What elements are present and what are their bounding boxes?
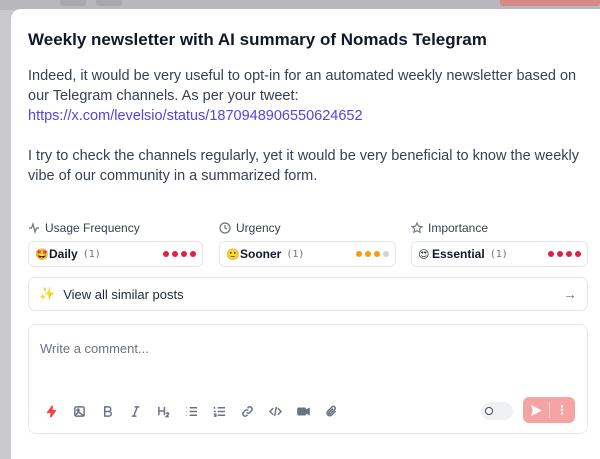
smile-emoji: 🙂	[226, 248, 240, 261]
metric-count: (1)	[82, 248, 101, 260]
tweet-link[interactable]: https://x.com/levelsio/status/1870948906…	[28, 108, 363, 124]
importance-label: Importance	[411, 221, 488, 235]
level-dots	[356, 251, 389, 257]
importance-pill[interactable]: 😍 Essential (1)	[411, 241, 588, 267]
arrow-right-icon: →	[563, 286, 577, 302]
view-similar-posts-button[interactable]: ✨ View all similar posts →	[28, 277, 588, 311]
level-dot	[566, 251, 572, 257]
video-icon[interactable]	[289, 400, 317, 422]
level-dots	[163, 251, 196, 257]
image-icon[interactable]	[65, 400, 93, 422]
clock-icon	[219, 222, 231, 234]
background-element	[96, 0, 122, 6]
metric-count: (1)	[286, 248, 305, 260]
heart-eyes-emoji: 😍	[418, 248, 430, 261]
link-icon[interactable]	[233, 400, 261, 422]
urgency-label: Urgency	[219, 221, 281, 235]
metric-value: Daily	[49, 247, 78, 261]
background-element	[500, 0, 600, 6]
send-comment-button[interactable]: ⋮	[523, 397, 575, 423]
comment-input[interactable]: Write a comment...	[40, 341, 149, 356]
eye-icon	[485, 407, 493, 415]
level-dot	[172, 251, 178, 257]
activity-icon	[29, 222, 39, 234]
level-dot	[548, 251, 554, 257]
attachment-icon[interactable]	[317, 400, 345, 422]
numbered-list-icon[interactable]	[205, 400, 233, 422]
level-dot	[383, 251, 389, 257]
usage-frequency-pill[interactable]: 🤩 Daily (1)	[28, 241, 203, 267]
bold-icon[interactable]	[93, 400, 121, 422]
formatting-toolbar	[37, 400, 345, 422]
comment-composer[interactable]: Write a comment... ⋮	[28, 324, 588, 434]
code-icon[interactable]	[261, 400, 289, 422]
level-dot	[557, 251, 563, 257]
metric-value: Essential	[432, 247, 485, 261]
metric-value: Sooner	[240, 247, 282, 261]
metric-label: Urgency	[236, 221, 281, 235]
background-element	[60, 0, 86, 6]
level-dots	[548, 251, 581, 257]
urgency-pill[interactable]: 🙂 Sooner (1)	[219, 241, 396, 267]
post-paragraph: Indeed, it would be very useful to opt-i…	[28, 68, 577, 104]
send-icon	[523, 404, 549, 417]
metric-label: Importance	[428, 221, 489, 235]
visibility-toggle[interactable]	[481, 402, 513, 420]
similar-posts-label: View all similar posts	[63, 286, 184, 302]
star-struck-emoji: 🤩	[35, 248, 49, 261]
star-icon	[411, 222, 423, 234]
post-modal: Weekly newsletter with AI summary of Nom…	[11, 9, 600, 459]
lightning-icon[interactable]	[37, 400, 65, 422]
level-dot	[374, 251, 380, 257]
metric-label: Usage Frequency	[45, 221, 140, 235]
level-dot	[365, 251, 371, 257]
post-body: Indeed, it would be very useful to opt-i…	[28, 66, 583, 186]
post-title: Weekly newsletter with AI summary of Nom…	[28, 30, 487, 49]
italic-icon[interactable]	[121, 400, 149, 422]
heading-icon[interactable]	[149, 400, 177, 422]
level-dot	[163, 251, 169, 257]
sparkles-icon: ✨	[39, 286, 56, 301]
more-vertical-icon[interactable]: ⋮	[550, 404, 574, 416]
level-dot	[181, 251, 187, 257]
post-paragraph: I try to check the channels regularly, y…	[28, 148, 580, 184]
level-dot	[356, 251, 362, 257]
level-dot	[190, 251, 196, 257]
level-dot	[575, 251, 581, 257]
usage-frequency-label: Usage Frequency	[28, 221, 140, 235]
metric-count: (1)	[489, 248, 508, 260]
bullet-list-icon[interactable]	[177, 400, 205, 422]
